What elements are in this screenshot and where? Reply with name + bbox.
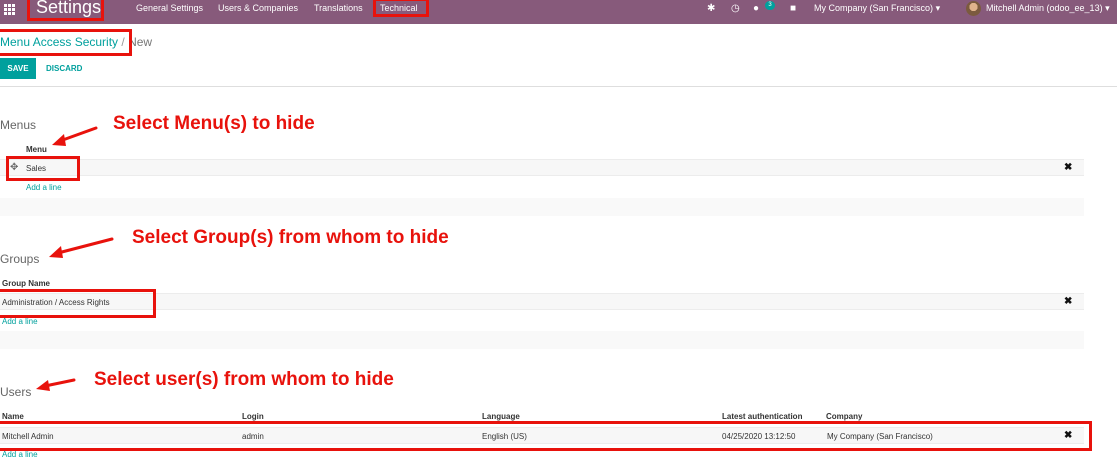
arrow-groups-head [49,246,63,258]
arrow-menus [58,126,98,143]
arrow-groups [56,237,114,255]
arrow-users [43,378,76,388]
arrow-menus-head [52,134,66,146]
annotation-arrows [36,126,114,391]
arrow-users-head [36,380,50,391]
